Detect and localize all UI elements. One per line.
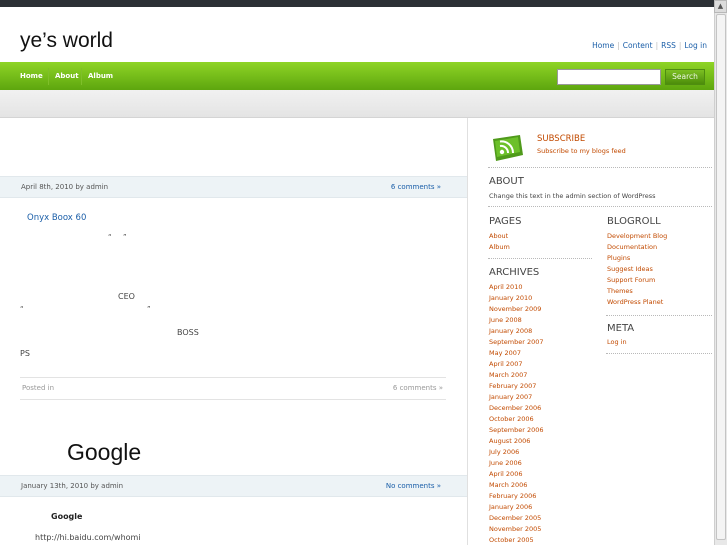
rss-feed-icon[interactable] — [492, 133, 524, 163]
blogroll-link[interactable]: WordPress Planet — [607, 297, 667, 308]
subscribe-title[interactable]: SUBSCRIBE — [537, 134, 585, 144]
archives-heading: ARCHIVES — [489, 267, 540, 278]
quote-mark: “ — [108, 233, 112, 241]
post-meta-bar: April 8th, 2010 by admin 6 comments » — [0, 176, 467, 198]
top-link-login[interactable]: Log in — [684, 41, 707, 50]
main-content: April 8th, 2010 by admin 6 comments » On… — [0, 118, 467, 545]
archive-link[interactable]: September 2007 — [489, 337, 544, 348]
site-title[interactable]: ye’s world — [20, 29, 113, 53]
post-subheading: Google — [51, 512, 83, 521]
meta-list: Log in — [607, 337, 627, 348]
search-button[interactable]: Search — [665, 69, 705, 85]
post-heading[interactable]: Google — [67, 439, 141, 466]
archive-link[interactable]: January 2010 — [489, 293, 544, 304]
sidebar: SUBSCRIBE Subscribe to my blogs feed ABO… — [468, 118, 714, 545]
nav-divider — [81, 68, 82, 85]
archive-link[interactable]: December 2005 — [489, 513, 544, 524]
header-subbar — [0, 90, 714, 118]
archive-link[interactable]: October 2006 — [489, 414, 544, 425]
pages-heading: PAGES — [489, 216, 522, 227]
archive-link[interactable]: July 2006 — [489, 447, 544, 458]
archive-link[interactable]: November 2009 — [489, 304, 544, 315]
archive-link[interactable]: June 2008 — [489, 315, 544, 326]
section-divider — [488, 258, 592, 259]
archives-list: April 2010 January 2010 November 2009 Ju… — [489, 282, 544, 545]
post-text-boss: BOSS — [177, 328, 199, 337]
archive-link[interactable]: February 2006 — [489, 491, 544, 502]
archive-link[interactable]: February 2007 — [489, 381, 544, 392]
archive-link[interactable]: August 2006 — [489, 436, 544, 447]
post-date-author: January 13th, 2010 by admin — [21, 482, 124, 490]
scroll-up-arrow-icon[interactable]: ▲ — [714, 0, 727, 13]
top-link-home[interactable]: Home — [592, 41, 614, 50]
section-divider — [488, 206, 712, 207]
pages-list: About Album — [489, 231, 510, 253]
nav-divider — [48, 68, 49, 85]
archive-link[interactable]: January 2008 — [489, 326, 544, 337]
blogroll-link[interactable]: Plugins — [607, 253, 667, 264]
top-links: Home | Content | RSS | Log in — [592, 41, 707, 50]
nav-item-about[interactable]: About — [55, 72, 79, 80]
archive-link[interactable]: March 2006 — [489, 480, 544, 491]
post-footer-divider — [20, 399, 446, 400]
quote-mark: “ — [20, 305, 24, 313]
top-link-rss[interactable]: RSS — [661, 41, 676, 50]
archive-link[interactable]: January 2006 — [489, 502, 544, 513]
archive-link[interactable]: January 2007 — [489, 392, 544, 403]
page-link[interactable]: About — [489, 231, 510, 242]
section-divider — [606, 315, 712, 316]
archive-link[interactable]: April 2007 — [489, 359, 544, 370]
post-url-text: http://hi.baidu.com/whomi — [35, 533, 141, 542]
post-comments-link[interactable]: No comments » — [386, 482, 441, 490]
archive-link[interactable]: April 2010 — [489, 282, 544, 293]
post-text-ps: PS — [20, 349, 30, 358]
archive-link[interactable]: December 2006 — [489, 403, 544, 414]
post-category: Posted in — [22, 384, 55, 392]
meta-login-link[interactable]: Log in — [607, 337, 627, 348]
archive-link[interactable]: May 2007 — [489, 348, 544, 359]
about-heading: ABOUT — [489, 176, 524, 187]
post-footer-comments[interactable]: 6 comments » — [393, 384, 443, 392]
page-link[interactable]: Album — [489, 242, 510, 253]
section-divider — [606, 353, 712, 354]
search-input[interactable] — [557, 69, 661, 85]
blogroll-link[interactable]: Support Forum — [607, 275, 667, 286]
subscribe-link[interactable]: Subscribe to my blogs feed — [537, 147, 626, 155]
site-header: ye’s world Home | Content | RSS | Log in — [0, 7, 714, 62]
post-comments-link[interactable]: 6 comments » — [391, 183, 441, 191]
archive-link[interactable]: September 2006 — [489, 425, 544, 436]
meta-heading: META — [607, 323, 635, 334]
archive-link[interactable]: June 2006 — [489, 458, 544, 469]
browser-top-strip — [0, 0, 727, 7]
post-title-link[interactable]: Onyx Boox 60 — [27, 213, 86, 223]
post-date-author: April 8th, 2010 by admin — [21, 183, 109, 191]
post-meta-bar: January 13th, 2010 by admin No comments … — [0, 475, 467, 497]
blogroll-link[interactable]: Development Blog — [607, 231, 667, 242]
scrollbar-thumb[interactable] — [716, 14, 726, 540]
blogroll-list: Development Blog Documentation Plugins S… — [607, 231, 667, 308]
quote-mark: ” — [147, 305, 151, 313]
quote-mark: ” — [123, 233, 127, 241]
blogroll-link[interactable]: Documentation — [607, 242, 667, 253]
nav-item-home[interactable]: Home — [20, 72, 43, 80]
archive-link[interactable]: March 2007 — [489, 370, 544, 381]
blogroll-link[interactable]: Suggest Ideas — [607, 264, 667, 275]
archive-link[interactable]: October 2005 — [489, 535, 544, 545]
archive-link[interactable]: November 2005 — [489, 524, 544, 535]
top-link-content[interactable]: Content — [623, 41, 653, 50]
blogroll-link[interactable]: Themes — [607, 286, 667, 297]
blogroll-heading: BLOGROLL — [607, 216, 661, 227]
post-footer-divider — [20, 377, 446, 378]
nav-item-album[interactable]: Album — [88, 72, 113, 80]
section-divider — [488, 167, 712, 168]
about-text: Change this text in the admin section of… — [489, 192, 656, 200]
post-text-ceo: CEO — [118, 292, 135, 301]
archive-link[interactable]: April 2006 — [489, 469, 544, 480]
